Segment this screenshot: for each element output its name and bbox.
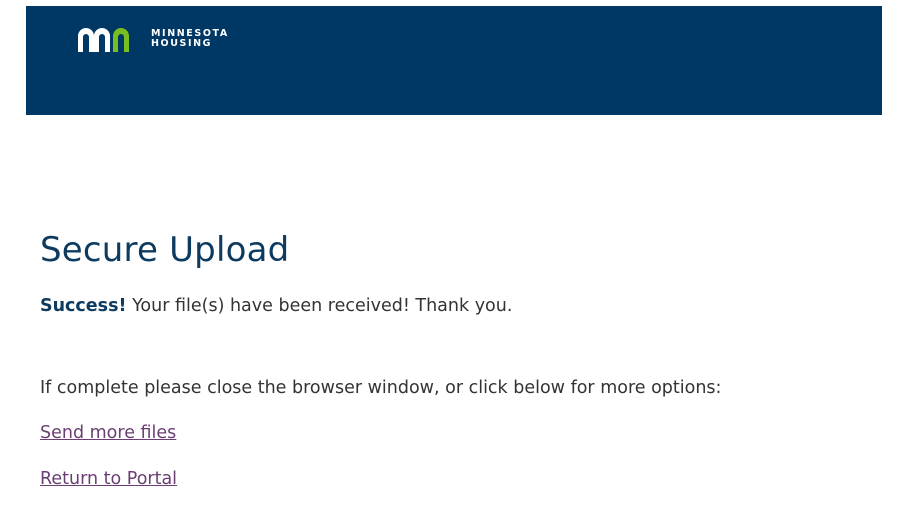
page-title: Secure Upload (40, 230, 290, 270)
mn-logo-icon (78, 28, 129, 52)
logo-line-2: HOUSING (151, 38, 213, 49)
return-to-portal-link[interactable]: Return to Portal (40, 467, 900, 491)
main-content: Secure Upload Success! Your file(s) have… (40, 226, 900, 491)
instructions-text: If complete please close the browser win… (40, 378, 722, 398)
send-more-files-link[interactable]: Send more files (40, 421, 900, 445)
success-text: Your file(s) have been received! Thank y… (126, 296, 513, 316)
minnesota-housing-logo[interactable]: MINNESOTA HOUSING (75, 26, 229, 52)
logo-wordmark: MINNESOTA HOUSING (151, 29, 229, 49)
success-message: Success! Your file(s) have been received… (40, 294, 900, 318)
site-header: MINNESOTA HOUSING (26, 6, 882, 115)
success-label: Success! (40, 296, 127, 316)
page: MINNESOTA HOUSING Secure Upload Success!… (0, 0, 916, 510)
